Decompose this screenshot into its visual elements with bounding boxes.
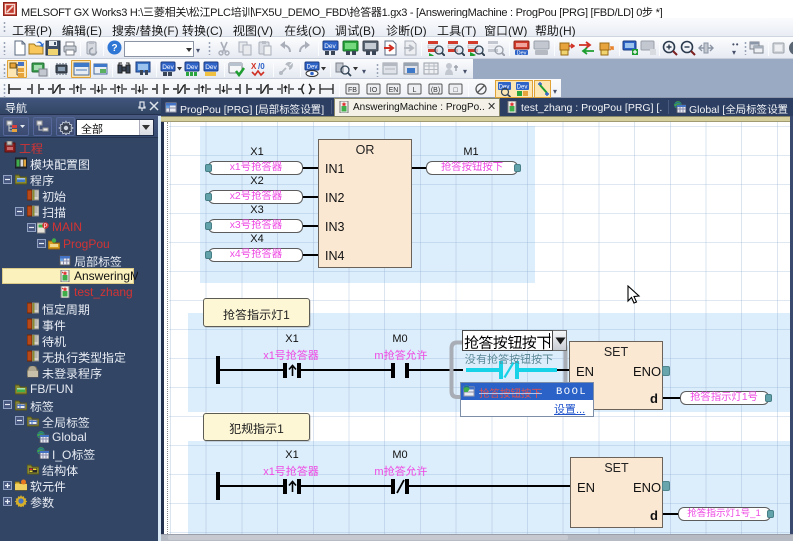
svg-text:EN: EN — [389, 87, 399, 94]
svg-text:Dev: Dev — [162, 64, 174, 71]
svg-text:X: X — [251, 62, 257, 71]
svg-text:Dev: Dev — [517, 85, 528, 91]
svg-text:Dev: Dev — [307, 65, 318, 71]
svg-text:P: P — [43, 223, 47, 229]
svg-text:Dev: Dev — [205, 64, 217, 71]
svg-text:L: L — [413, 87, 417, 94]
svg-text:/0: /0 — [258, 62, 265, 71]
svg-text:(B): (B) — [431, 87, 440, 94]
svg-text:FB: FB — [348, 87, 357, 94]
svg-text:Dev: Dev — [517, 51, 527, 57]
svg-text:Dev: Dev — [324, 43, 336, 50]
svg-text:?: ? — [111, 43, 117, 54]
svg-text:IO: IO — [370, 87, 378, 94]
svg-text:Dev: Dev — [186, 64, 198, 71]
